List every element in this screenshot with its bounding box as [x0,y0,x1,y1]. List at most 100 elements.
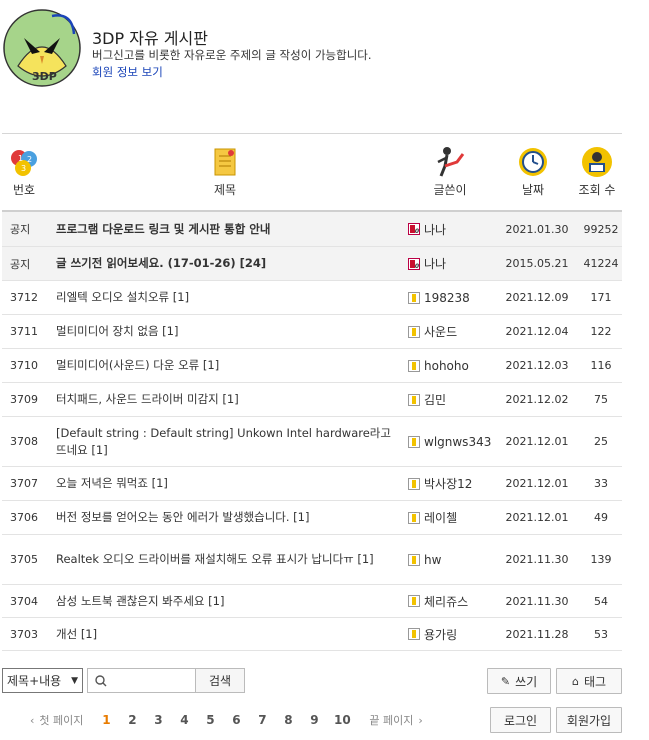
post-views: 53 [594,627,608,641]
post-writer[interactable]: 용가링 [424,626,457,643]
pagination: ‹ 첫 페이지 1 2 3 4 5 6 7 8 9 10 끝 페이지 › [30,709,423,731]
login-button[interactable]: 로그인 [490,707,551,733]
page-link[interactable]: 4 [173,709,195,731]
post-writer[interactable]: wlgnws343 [424,435,491,449]
level-icon [408,595,420,607]
write-button[interactable]: ✎ 쓰기 [487,668,551,694]
member-info-link[interactable]: 회원 정보 보기 [92,64,163,80]
notice-row[interactable]: 공지 글 쓰기전 읽어보세요. (17-01-26) [24] 10 나나 201… [2,247,622,281]
page-link[interactable]: 9 [303,709,325,731]
post-writer[interactable]: 체리쥬스 [424,593,468,610]
column-no[interactable]: 1 2 3 번호 [2,145,46,201]
post-writer[interactable]: 레이첼 [424,509,457,526]
post-title[interactable]: 터치패드, 사운드 드라이버 미감지 [1] [56,392,239,406]
level-icon [408,325,420,338]
level-icon: 10 [408,223,420,235]
table-row[interactable]: 3711 멀티미디어 장치 없음 [1] 사운드 2021.12.04 122 [2,315,622,349]
signup-button[interactable]: 회원가입 [556,707,622,733]
post-number: 3710 [10,359,38,372]
post-writer[interactable]: 김민 [424,391,446,408]
table-row[interactable]: 3710 멀티미디어(사운드) 다운 오류 [1] hohoho 2021.12… [2,349,622,383]
search-target-select[interactable]: 제목+내용 ▼ [2,668,83,693]
search-icon [95,674,107,686]
chevron-down-icon: ▼ [71,675,78,686]
table-row[interactable]: 3704 삼성 노트북 괜찮은지 봐주세요 [1] 체리쥬스 2021.11.3… [2,585,622,618]
level-icon [408,393,420,406]
post-title[interactable]: [Default string : Default string] Unkown… [56,426,391,457]
page-link[interactable]: 7 [251,709,273,731]
last-page-link[interactable]: 끝 페이지 › [369,712,422,728]
post-date: 2021.12.03 [505,359,569,372]
table-row[interactable]: 3708 [Default string : Default string] U… [2,417,622,467]
post-views: 122 [590,325,612,338]
search-input[interactable] [87,668,195,693]
tag-icon: ⌂ [571,674,579,688]
search-button[interactable]: 검색 [195,668,245,693]
page-link-current[interactable]: 1 [95,709,117,731]
post-writer[interactable]: 198238 [424,291,470,305]
post-title[interactable]: 버전 정보를 얻어오는 동안 에러가 발생했습니다. [1] [56,510,309,524]
post-views: 75 [594,393,608,406]
write-label: 쓰기 [515,674,538,689]
post-views: 41224 [583,257,619,270]
post-writer[interactable]: 사운드 [424,323,457,340]
post-date: 2015.05.21 [505,257,569,270]
post-number: 3707 [10,477,38,490]
level-icon [408,435,420,448]
svg-text:3: 3 [21,164,26,173]
post-title[interactable]: 삼성 노트북 괜찮은지 봐주세요 [1] [56,594,224,608]
post-title[interactable]: 리엘텍 오디오 설치오류 [1] [56,290,189,304]
page-link[interactable]: 2 [121,709,143,731]
logo-text: 3DP [32,70,57,83]
post-title[interactable]: 글 쓰기전 읽어보세요. (17-01-26) [24] [56,256,266,270]
first-page-label: 첫 페이지 [39,714,84,727]
column-no-label: 번호 [12,183,36,197]
level-icon [408,359,420,372]
last-page-label: 끝 페이지 [369,714,414,727]
notice-row[interactable]: 공지 프로그램 다운로드 링크 및 게시판 통합 안내 10 나나 2021.01… [2,212,622,247]
post-number: 3709 [10,393,38,406]
post-writer[interactable]: hohoho [424,359,469,373]
post-writer[interactable]: hw [424,553,441,567]
column-writer-label: 글쓴이 [433,183,467,197]
table-row[interactable]: 3709 터치패드, 사운드 드라이버 미감지 [1] 김민 2021.12.0… [2,383,622,417]
post-number: 3712 [10,291,38,304]
post-title[interactable]: 프로그램 다운로드 링크 및 게시판 통합 안내 [56,222,270,236]
post-title[interactable]: 멀티미디어(사운드) 다운 오류 [1] [56,358,219,372]
table-row[interactable]: 3707 오늘 저녁은 뭐먹죠 [1] 박사장12 2021.12.01 33 [2,467,622,501]
page-link[interactable]: 5 [199,709,221,731]
post-title[interactable]: 멀티미디어 장치 없음 [1] [56,324,178,338]
chevron-left-icon: ‹ [30,713,35,727]
column-title[interactable]: 제목 [200,145,250,201]
post-number: 3703 [10,627,38,641]
page-link[interactable]: 8 [277,709,299,731]
level-icon [408,291,420,304]
reader-icon [574,145,620,179]
page-link[interactable]: 10 [329,709,355,731]
post-views: 25 [594,435,608,448]
table-row[interactable]: 3712 리엘텍 오디오 설치오류 [1] 198238 2021.12.09 … [2,281,622,315]
post-title[interactable]: 오늘 저녁은 뭐먹죠 [1] [56,476,168,490]
tag-button[interactable]: ⌂ 태그 [556,668,622,694]
post-date: 2021.12.09 [505,291,569,304]
column-date[interactable]: 날짜 [503,145,563,201]
post-writer[interactable]: 나나 [424,255,446,272]
post-date: 2021.12.04 [505,325,569,338]
post-title[interactable]: 개선 [1] [56,627,97,641]
first-page-link[interactable]: ‹ 첫 페이지 [30,712,83,728]
page-link[interactable]: 6 [225,709,247,731]
post-date: 2021.11.28 [505,627,569,641]
number-balls-icon: 1 2 3 [2,145,46,179]
post-writer[interactable]: 박사장12 [424,475,472,492]
table-row[interactable]: 3703 개선 [1] 용가링 2021.11.28 53 [2,618,622,651]
table-row[interactable]: 3705 Realtek 오디오 드라이버를 재설치해도 오류 표시가 납니다ㅠ… [2,535,622,585]
column-views[interactable]: 조회 수 [574,145,620,201]
table-row[interactable]: 3706 버전 정보를 얻어오는 동안 에러가 발생했습니다. [1] 레이첼 … [2,501,622,535]
post-writer[interactable]: 나나 [424,221,446,238]
post-title[interactable]: Realtek 오디오 드라이버를 재설치해도 오류 표시가 납니다ㅠ [1] [56,552,374,566]
site-logo[interactable]: 3DP [2,8,82,88]
column-writer[interactable]: 글쓴이 [415,145,485,201]
post-number: 3704 [10,594,38,608]
post-views: 116 [590,359,612,372]
page-link[interactable]: 3 [147,709,169,731]
